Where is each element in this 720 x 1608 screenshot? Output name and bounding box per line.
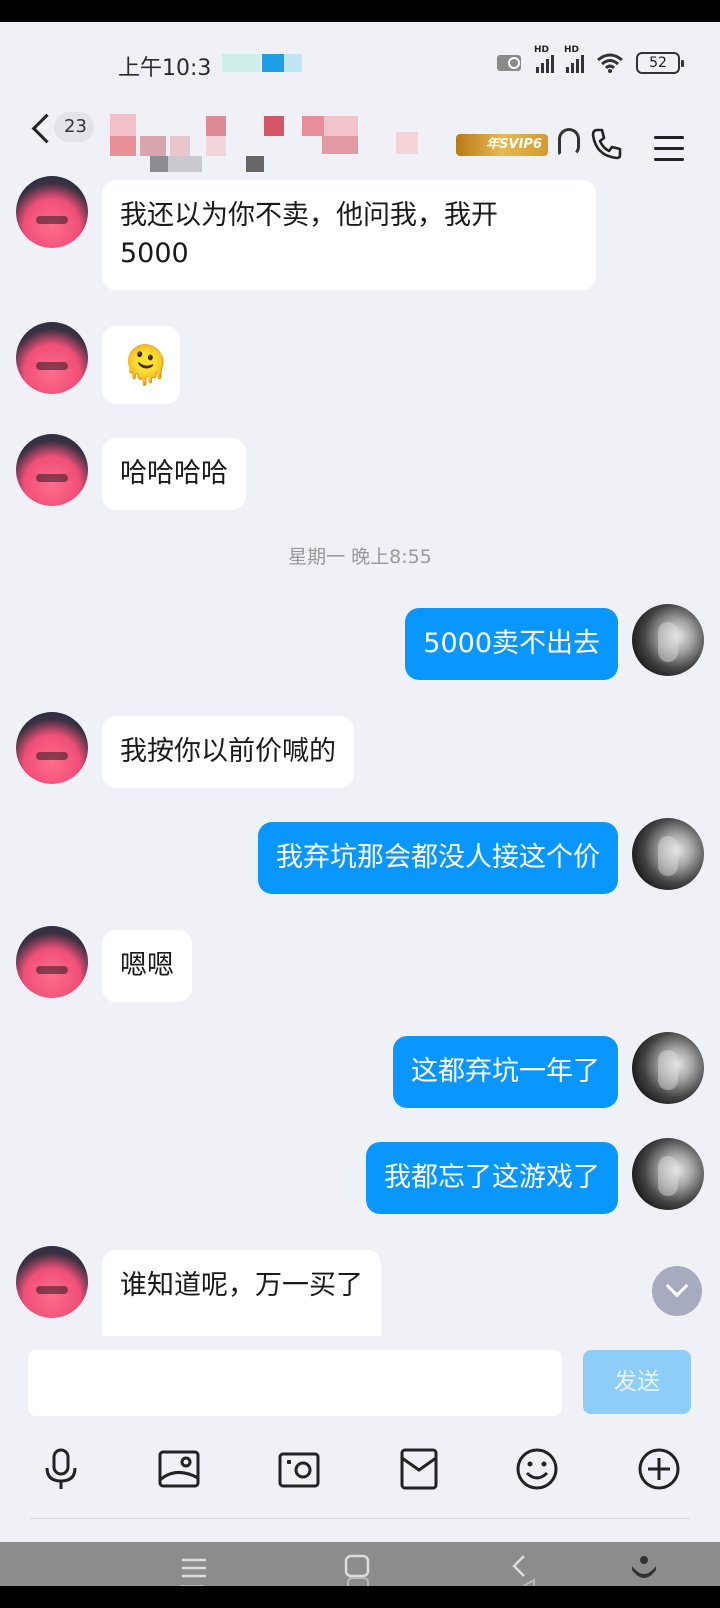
unread-count-badge: 23 [54,112,94,142]
message-bubble-outgoing[interactable]: 我弃坑那会都没人接这个价 [258,822,618,894]
emoji-icon[interactable] [512,1444,562,1494]
send-button[interactable]: 发送 [583,1350,691,1414]
my-avatar[interactable] [632,604,704,676]
melting-face-emoji: 🫠 [122,343,170,387]
nfc-icon [497,55,521,71]
message-timestamp: 星期一 晚上8:55 [288,546,432,568]
my-avatar[interactable] [632,1138,704,1210]
message-bubble-incoming[interactable]: 谁知道呢，万一买了 [102,1250,381,1336]
message-text: 我还以为你不卖，他问我，我开 [120,200,498,231]
chat-header: 23 年SVIP6 [0,86,720,186]
assistant-icon[interactable] [624,1552,664,1586]
plus-icon[interactable] [634,1444,684,1494]
contact-avatar[interactable] [16,434,88,506]
svip-badge[interactable]: 年SVIP6 [456,134,548,156]
my-avatar[interactable] [632,818,704,890]
message-text: 5000 [120,238,189,269]
contact-avatar[interactable] [16,712,88,784]
status-time: 上午10:3 [118,56,212,81]
contact-avatar[interactable] [16,322,88,394]
message-bubble-incoming[interactable]: 嗯嗯 [102,930,192,1002]
back-nav-icon[interactable] [506,1552,546,1586]
message-text: 嗯嗯 [120,950,174,981]
system-nav-bar [0,1542,720,1586]
message-bubble-incoming[interactable]: 我还以为你不卖，他问我，我开 5000 [102,180,596,290]
message-bubble-outgoing[interactable]: 我都忘了这游戏了 [366,1142,618,1214]
message-bubble-incoming[interactable]: 我按你以前价喊的 [102,716,354,788]
message-text: 谁知道呢，万一买了 [120,1270,363,1301]
cell-signal-icon: HD [534,45,554,73]
message-text: 我按你以前价喊的 [120,736,336,767]
message-text: 这都弃坑一年了 [411,1056,600,1087]
message-input[interactable] [28,1350,562,1416]
contact-avatar[interactable] [16,926,88,998]
my-avatar[interactable] [632,1032,704,1104]
microphone-icon[interactable] [36,1444,86,1494]
message-text: 我都忘了这游戏了 [384,1162,600,1193]
message-bubble-outgoing[interactable]: 5000卖不出去 [405,608,618,680]
scroll-to-bottom-button[interactable] [652,1266,702,1316]
message-text: 我弃坑那会都没人接这个价 [276,842,600,873]
status-icons: HD HD 52 [496,45,684,74]
cell-signal-icon: HD [564,45,584,73]
divider [30,1518,690,1519]
home-icon[interactable] [338,1552,378,1586]
menu-icon[interactable] [654,136,684,161]
wifi-icon [597,53,623,73]
red-packet-icon[interactable] [394,1444,444,1494]
message-bubble-incoming[interactable]: 🫠 [102,326,180,404]
image-icon[interactable] [154,1444,204,1494]
status-blur [262,54,284,72]
input-toolbar [0,1444,720,1504]
contact-avatar[interactable] [16,176,88,248]
ear-mode-icon[interactable] [558,128,580,156]
camera-icon[interactable] [274,1444,324,1494]
message-text: 5000卖不出去 [423,628,600,659]
status-bar: 上午10:3 HD HD 52 [0,22,720,86]
recent-apps-icon[interactable] [174,1552,214,1586]
message-bubble-outgoing[interactable]: 这都弃坑一年了 [393,1036,618,1108]
message-bubble-incoming[interactable]: 哈哈哈哈 [102,438,246,510]
chat-screen: 上午10:3 HD HD 52 23 年SVIP6 我还以为你不卖，他问我，我开… [0,22,720,1586]
status-blur [284,54,302,72]
battery-icon: 52 [636,52,684,74]
input-bar: 发送 [0,1336,720,1526]
phone-icon[interactable] [588,126,624,162]
message-text: 哈哈哈哈 [120,458,228,489]
status-blur [222,54,260,72]
back-button[interactable] [26,108,56,148]
contact-avatar[interactable] [16,1246,88,1318]
